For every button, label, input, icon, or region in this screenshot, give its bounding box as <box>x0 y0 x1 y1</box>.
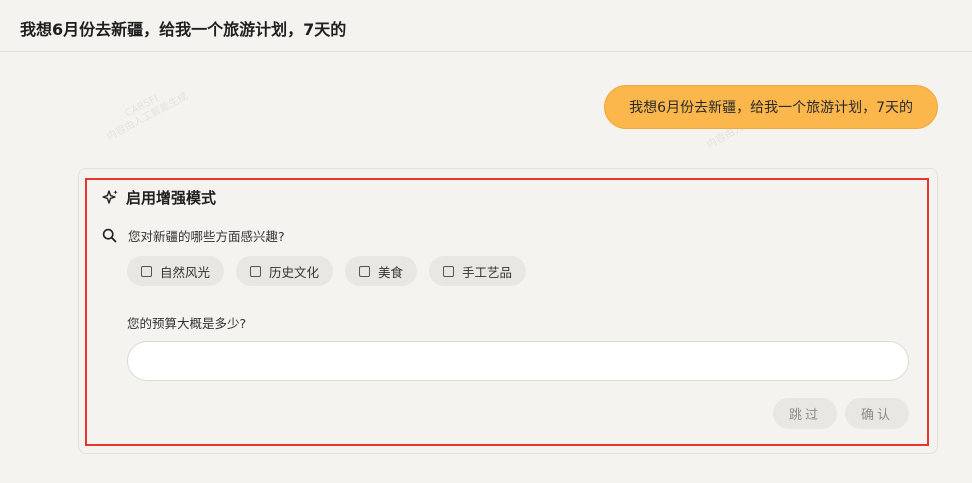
option-history-culture[interactable]: 历史文化 <box>236 256 334 286</box>
skip-button[interactable]: 跳过 <box>773 398 837 429</box>
option-handicrafts[interactable]: 手工艺品 <box>429 256 527 286</box>
search-icon <box>102 228 117 243</box>
user-message-bubble: 我想6月份去新疆，给我一个旅游计划，7天的 <box>604 85 938 129</box>
watermark-brand: CARSFI <box>123 92 161 120</box>
sparkle-icon <box>102 190 118 204</box>
checkbox[interactable] <box>250 265 262 277</box>
interest-question-text: 您对新疆的哪些方面感兴趣? <box>128 229 285 244</box>
confirm-button[interactable]: 确认 <box>845 398 909 429</box>
interest-options: 自然风光 历史文化 美食 手工艺品 <box>127 256 527 286</box>
option-nature-scenery[interactable]: 自然风光 <box>127 256 225 286</box>
option-label: 历史文化 <box>269 264 320 280</box>
chat-header: 我想6月份去新疆，给我一个旅游计划，7天的 <box>0 0 972 52</box>
checkbox[interactable] <box>141 265 152 277</box>
page-title: 我想6月份去新疆，给我一个旅游计划，7天的 <box>20 20 347 39</box>
checkbox[interactable] <box>443 265 455 277</box>
checkbox[interactable] <box>359 265 371 277</box>
option-food[interactable]: 美食 <box>345 256 418 286</box>
option-label: 手工艺品 <box>462 264 513 280</box>
enhance-mode-header: 启用增强模式 <box>102 187 216 208</box>
budget-input[interactable] <box>127 341 909 381</box>
interest-question: 您对新疆的哪些方面感兴趣? <box>102 226 285 245</box>
watermark: CARSFI 内容由人工智能生成 <box>100 80 191 143</box>
option-label: 美食 <box>378 264 404 280</box>
option-label: 自然风光 <box>160 264 211 280</box>
enhance-mode-title: 启用增强模式 <box>126 189 217 207</box>
budget-question-text: 您的预算大概是多少? <box>127 316 247 331</box>
watermark-caption: 内容由人工智能生成 <box>105 90 190 143</box>
